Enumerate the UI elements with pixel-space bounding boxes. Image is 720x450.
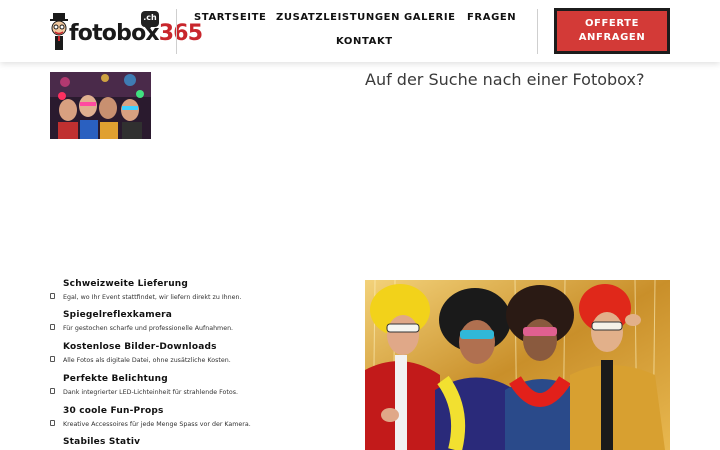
feature-title: Spiegelreflexkamera (63, 310, 173, 320)
mascot-icon (50, 13, 68, 50)
feature-title: Schweizweite Lieferung (63, 279, 189, 289)
check-icon (50, 293, 55, 299)
nav-item-fragen[interactable]: FRAGEN (467, 12, 516, 23)
feature-description: Alle Fotos als digitale Datei, ohne zusä… (63, 357, 231, 364)
page-title: Auf der Suche nach einer Fotobox? (365, 70, 645, 89)
feature-description: Für gestochen scharfe und professionelle… (63, 325, 234, 332)
feature-title: Perfekte Belichtung (63, 374, 168, 384)
site-header: fotobox365 .ch STARTSEITE ZUSATZLEISTUNG… (0, 0, 720, 62)
check-icon (50, 388, 55, 394)
feature-description: Dank integrierter LED-Lichteinheit für s… (63, 389, 238, 396)
logo-badge: .ch (141, 11, 159, 31)
feature-title: Kostenlose Bilder-Downloads (63, 342, 217, 352)
header-divider (176, 9, 177, 54)
header-divider (537, 9, 538, 54)
party-people-image (365, 280, 670, 450)
nav-item-zusatzleistungen[interactable]: ZUSATZLEISTUNGEN (276, 12, 400, 23)
logo[interactable]: fotobox365 .ch (49, 11, 203, 53)
nav-item-galerie[interactable]: GALERIE (404, 12, 456, 23)
check-icon (50, 356, 55, 362)
check-icon (50, 324, 55, 330)
feature-title: 30 coole Fun-Props (63, 406, 164, 416)
nav-item-kontakt[interactable]: KONTAKT (336, 36, 393, 47)
feature-description: Egal, wo Ihr Event stattfindet, wir lief… (63, 294, 242, 301)
logo-text: fotobox365 (69, 21, 203, 46)
feature-title: Stabiles Stativ (63, 437, 141, 447)
nav-item-startseite[interactable]: STARTSEITE (194, 12, 266, 23)
party-thumbnail-image (50, 72, 151, 139)
feature-description: Kreative Accessoires für jede Menge Spas… (63, 421, 251, 428)
offer-request-button[interactable]: OFFERTE ANFRAGEN (554, 8, 670, 54)
check-icon (50, 420, 55, 426)
